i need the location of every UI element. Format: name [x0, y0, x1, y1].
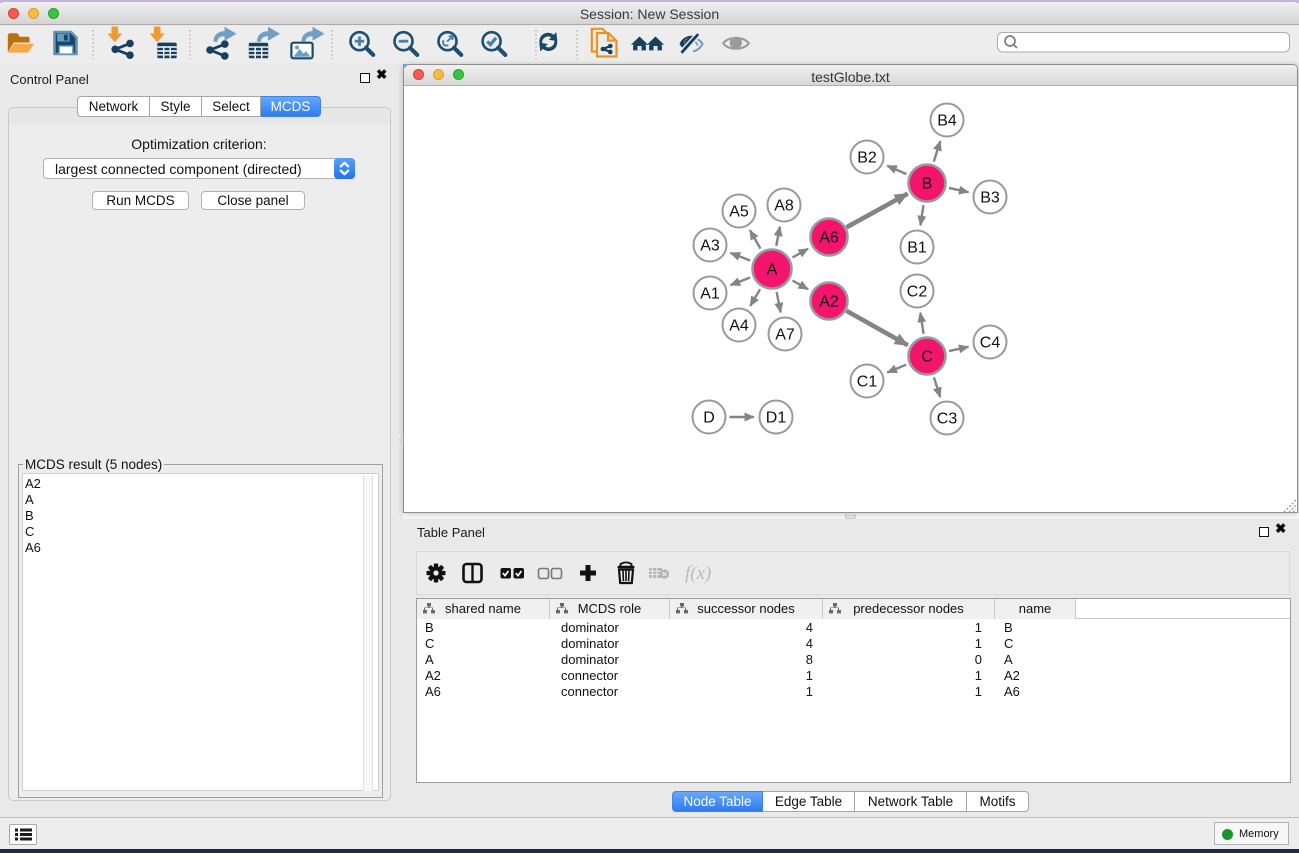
- svg-text:C2: C2: [907, 284, 928, 301]
- svg-text:A8: A8: [774, 198, 794, 215]
- svg-text:C1: C1: [857, 374, 878, 391]
- svg-text:B4: B4: [937, 113, 957, 130]
- svg-text:A3: A3: [700, 238, 720, 255]
- svg-text:B1: B1: [907, 240, 927, 257]
- svg-text:B: B: [922, 176, 933, 193]
- svg-text:C3: C3: [937, 411, 958, 428]
- svg-text:C: C: [921, 349, 933, 366]
- svg-text:B2: B2: [857, 150, 877, 167]
- svg-text:A4: A4: [729, 318, 749, 335]
- svg-text:A6: A6: [819, 230, 839, 247]
- svg-text:A: A: [767, 262, 778, 279]
- svg-text:B3: B3: [980, 190, 1000, 207]
- svg-text:C4: C4: [980, 335, 1001, 352]
- svg-text:A2: A2: [819, 294, 839, 311]
- svg-text:A7: A7: [775, 327, 795, 344]
- svg-text:D: D: [703, 410, 715, 427]
- svg-text:A1: A1: [700, 286, 720, 303]
- svg-text:A5: A5: [729, 204, 749, 221]
- svg-text:f(x): f(x): [685, 563, 711, 584]
- svg-text:D1: D1: [766, 410, 787, 427]
